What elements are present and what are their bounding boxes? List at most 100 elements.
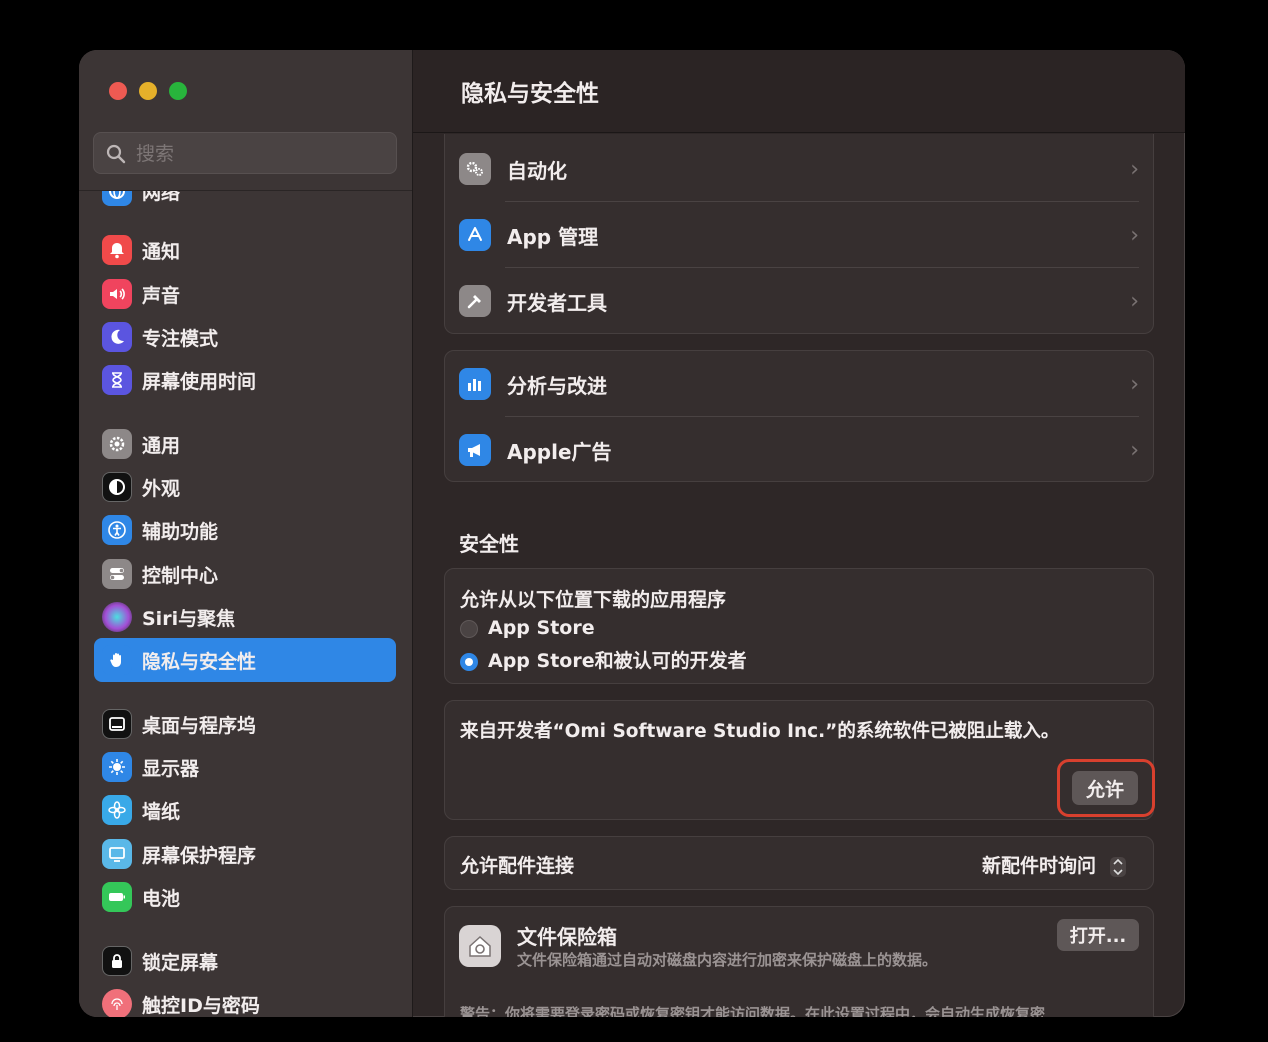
row-developer-tools[interactable]: 开发者工具 ›	[445, 268, 1153, 334]
sidebar-item-label: 辅助功能	[142, 520, 219, 543]
sidebar-item-label: 外观	[142, 477, 181, 500]
download-sources-title: 允许从以下位置下载的应用程序	[460, 589, 727, 611]
sidebar-item-screen-time[interactable]: 屏幕使用时间	[94, 358, 396, 402]
filevault-warning: 警告：你将需要登录密码或恢复密钥才能访问数据。在此设置过程中，会自动生成恢复密	[460, 1005, 1046, 1017]
sidebar-item-general[interactable]: 通用	[94, 422, 396, 466]
sidebar-item-accessibility[interactable]: 辅助功能	[94, 508, 396, 552]
sun-icon	[102, 752, 132, 782]
screensaver-icon	[102, 839, 132, 869]
chart-icon	[459, 368, 491, 400]
window-controls	[109, 82, 187, 100]
accessibility-icon	[102, 515, 132, 545]
siri-icon	[102, 602, 132, 632]
gear-icon	[102, 429, 132, 459]
row-label: 分析与改进	[507, 373, 607, 398]
house-icon	[459, 925, 501, 967]
sidebar-item-label: 声音	[142, 284, 181, 307]
sidebar-item-privacy-security[interactable]: 隐私与安全性	[94, 638, 396, 682]
sidebar-item-label: 网络	[142, 191, 181, 204]
sidebar-item-network[interactable]: 网络	[94, 191, 396, 213]
sidebar-item-siri[interactable]: Siri与聚焦	[94, 595, 396, 639]
sidebar-item-label: 桌面与程序坞	[142, 714, 257, 737]
filevault-card: 文件保险箱 文件保险箱通过自动对磁盘内容进行加密来保护磁盘上的数据。 打开...…	[444, 906, 1154, 1017]
appstore-icon	[459, 219, 491, 251]
filevault-open-button[interactable]: 打开...	[1057, 919, 1139, 951]
sidebar-item-label: 墙纸	[142, 800, 181, 823]
chevron-right-icon: ›	[1130, 371, 1139, 397]
sidebar-item-screensaver[interactable]: 屏幕保护程序	[94, 832, 396, 876]
blocked-message: 来自开发者“Omi Software Studio Inc.”的系统软件已被阻止…	[460, 721, 1060, 742]
lock-icon	[102, 946, 132, 976]
sidebar-item-label: 隐私与安全性	[142, 650, 257, 673]
sidebar-item-desktop-dock[interactable]: 桌面与程序坞	[94, 702, 396, 746]
sidebar-list[interactable]: 网络 通知 声音 专注模式 屏幕使用时间 通用 外观 辅助功能 控制中心 Sir…	[79, 191, 412, 1017]
sidebar-item-control-center[interactable]: 控制中心	[94, 552, 396, 596]
accessories-select[interactable]: 新配件时询问	[982, 851, 1127, 878]
close-button[interactable]	[109, 82, 127, 100]
sidebar-item-label: 控制中心	[142, 564, 219, 587]
gears-icon	[459, 153, 491, 185]
chevron-right-icon: ›	[1130, 437, 1139, 463]
sidebar-item-label: 锁定屏幕	[142, 951, 219, 974]
row-automation[interactable]: 自动化 ›	[445, 136, 1153, 202]
sidebar-item-notifications[interactable]: 通知	[94, 228, 396, 272]
accessories-card: 允许配件连接 新配件时询问	[444, 836, 1154, 890]
sidebar-item-label: 触控ID与密码	[142, 994, 260, 1017]
search-icon	[106, 144, 126, 164]
radio-label: App Store	[488, 617, 595, 639]
title-bar: 隐私与安全性	[413, 50, 1185, 133]
privacy-group-2: 分析与改进 › Apple广告 ›	[444, 350, 1154, 482]
accessories-value: 新配件时询问	[982, 855, 1097, 877]
sidebar-item-label: Siri与聚焦	[142, 607, 236, 630]
blocked-software-card: 来自开发者“Omi Software Studio Inc.”的系统软件已被阻止…	[444, 700, 1155, 820]
row-label: 自动化	[507, 158, 567, 183]
flower-icon	[102, 795, 132, 825]
radio-app-store-identified[interactable]: App Store和被认可的开发者	[460, 646, 747, 673]
sidebar-item-appearance[interactable]: 外观	[94, 465, 396, 509]
sidebar-item-wallpaper[interactable]: 墙纸	[94, 788, 396, 832]
minimize-button[interactable]	[139, 82, 157, 100]
sidebar-item-touch-id[interactable]: 触控ID与密码	[94, 982, 396, 1017]
radio-button-selected[interactable]	[460, 652, 478, 671]
search-input[interactable]	[134, 139, 388, 169]
settings-window: 网络 通知 声音 专注模式	[79, 50, 1185, 1017]
row-label: 开发者工具	[507, 290, 607, 315]
search-field[interactable]	[93, 132, 397, 174]
accessories-label: 允许配件连接	[460, 855, 575, 877]
chevron-right-icon: ›	[1130, 288, 1139, 314]
allow-button[interactable]: 允许	[1072, 771, 1138, 805]
filevault-title: 文件保险箱	[517, 925, 617, 949]
row-analytics[interactable]: 分析与改进 ›	[445, 351, 1153, 417]
sidebar-item-displays[interactable]: 显示器	[94, 745, 396, 789]
sidebar-item-label: 屏幕保护程序	[142, 844, 257, 867]
toggles-icon	[102, 559, 132, 589]
row-app-management[interactable]: App 管理 ›	[445, 202, 1153, 268]
sidebar-item-sound[interactable]: 声音	[94, 272, 396, 316]
megaphone-icon	[459, 434, 491, 466]
hammer-icon	[459, 285, 491, 317]
security-section-title: 安全性	[459, 532, 519, 556]
page-title: 隐私与安全性	[461, 81, 599, 107]
zoom-button[interactable]	[169, 82, 187, 100]
moon-icon	[102, 322, 132, 352]
sidebar-item-label: 显示器	[142, 757, 200, 780]
sidebar-item-focus[interactable]: 专注模式	[94, 315, 396, 359]
globe-icon	[102, 191, 132, 206]
privacy-group-1: 自动化 › App 管理 › 开发者工具 ›	[444, 134, 1154, 334]
filevault-description: 文件保险箱通过自动对磁盘内容进行加密来保护磁盘上的数据。	[517, 951, 938, 969]
sidebar-item-lock-screen[interactable]: 锁定屏幕	[94, 939, 396, 983]
sidebar-item-label: 专注模式	[142, 327, 219, 350]
main-panel: 隐私与安全性 自动化 › App 管理 › 开发者工具 › 分析与改进 › Ap…	[413, 50, 1185, 1017]
appearance-icon	[102, 472, 132, 502]
sidebar-item-battery[interactable]: 电池	[94, 875, 396, 919]
sidebar-item-label: 通用	[142, 434, 181, 457]
fingerprint-icon	[102, 989, 132, 1017]
row-apple-ads[interactable]: Apple广告 ›	[445, 417, 1153, 483]
row-label: Apple广告	[507, 439, 612, 464]
hand-icon	[102, 645, 132, 675]
radio-app-store[interactable]: App Store	[460, 617, 595, 639]
chevron-updown-icon	[1109, 856, 1127, 878]
radio-button[interactable]	[460, 619, 478, 638]
sidebar: 网络 通知 声音 专注模式	[79, 50, 413, 1017]
radio-label: App Store和被认可的开发者	[488, 650, 747, 672]
